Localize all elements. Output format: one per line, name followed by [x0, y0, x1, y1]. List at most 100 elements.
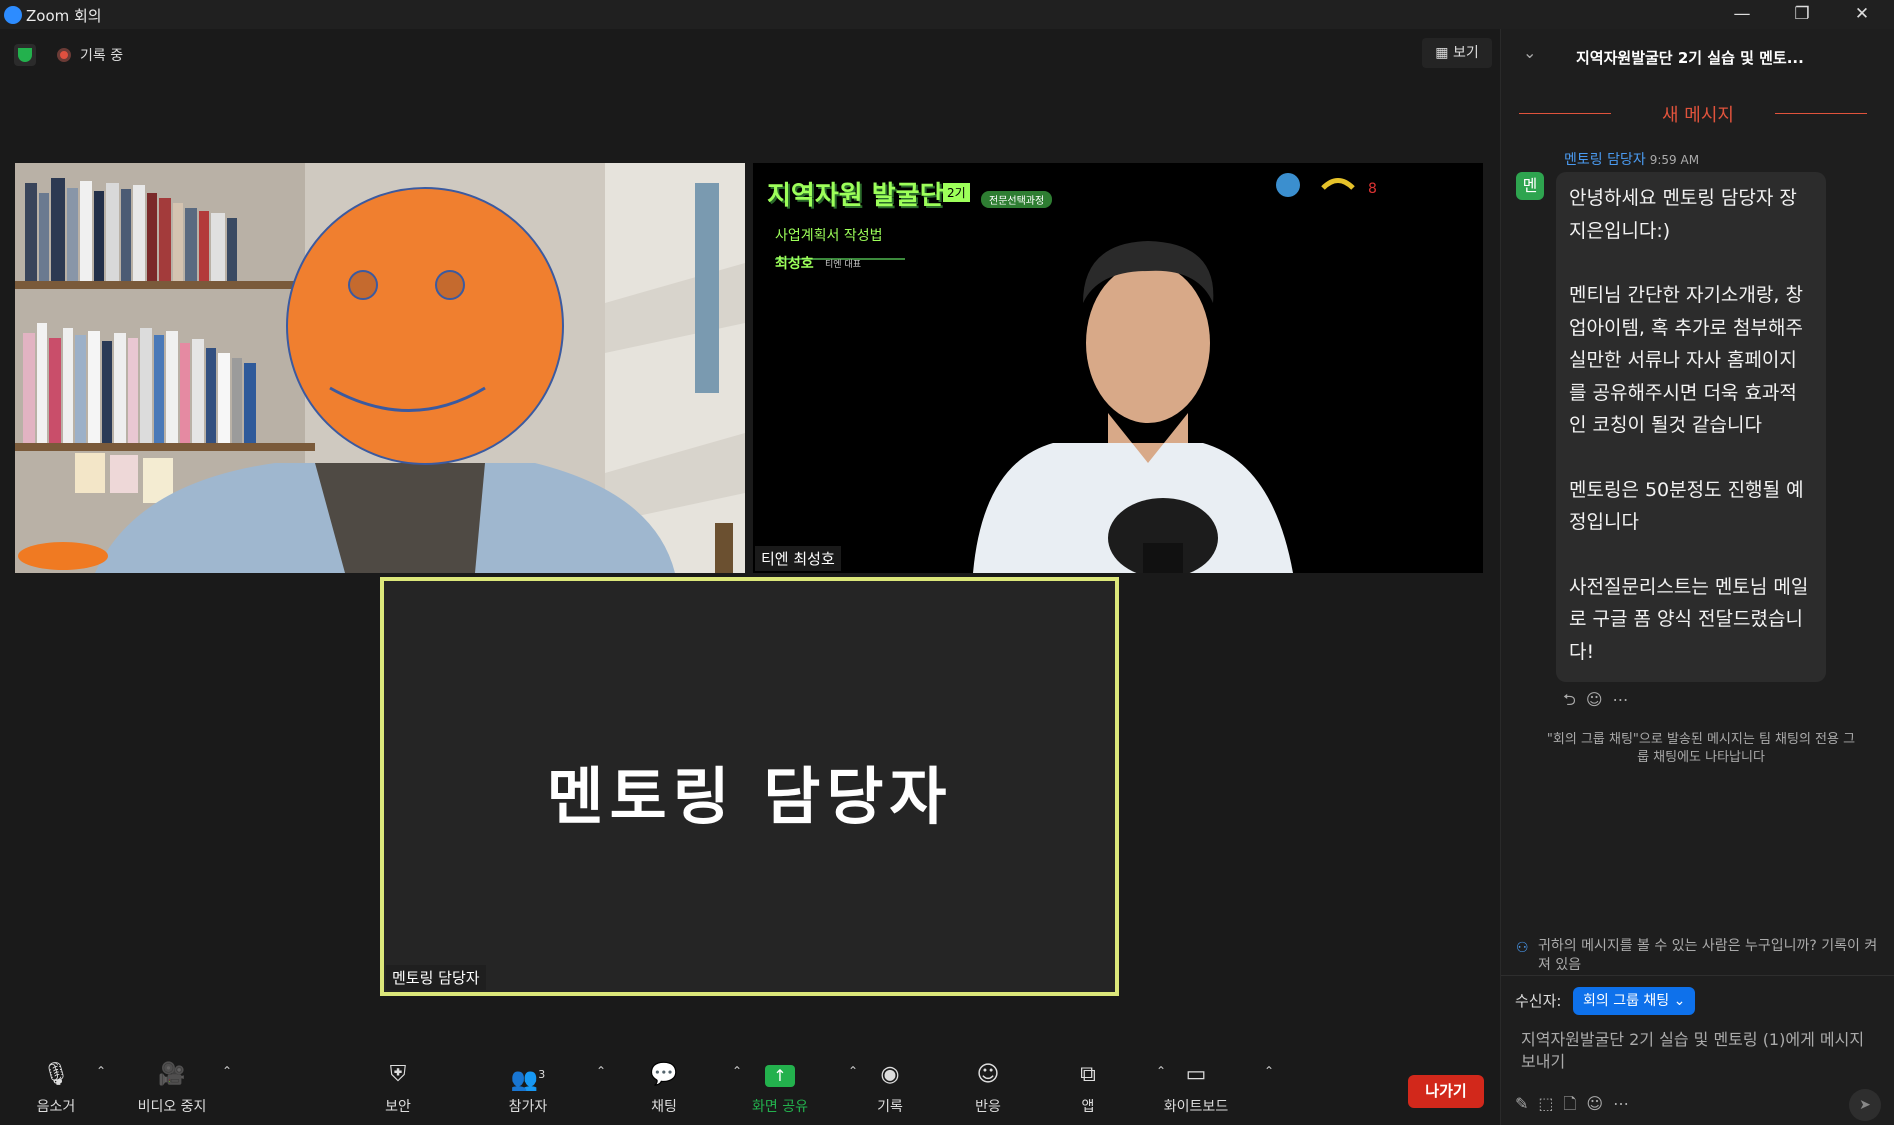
emoji-icon[interactable]: ☺: [1586, 1094, 1603, 1113]
title-bar: Zoom 회의 — ❐ ✕: [0, 0, 1894, 29]
file-icon[interactable]: 🗋: [1564, 1094, 1577, 1113]
recording-icon: [57, 48, 71, 62]
mute-button[interactable]: 🎙 음소거 ⌃: [6, 1060, 106, 1116]
screenshot-icon[interactable]: ⬚: [1538, 1094, 1553, 1113]
recording-label: 기록 중: [80, 48, 124, 64]
active-speaker-large-name: 멘토링 담당자: [546, 760, 953, 833]
apps-icon: ⧉: [1080, 1062, 1096, 1087]
message-sender: 멘토링 담당자 9:59 AM: [1564, 149, 1699, 169]
video-tile-active-speaker[interactable]: 멘토링 담당자 멘토링 담당자: [380, 577, 1119, 996]
whiteboard-icon: ▭: [1185, 1062, 1207, 1087]
record-icon: ◉: [880, 1062, 900, 1087]
send-icon: ➤: [1859, 1097, 1871, 1113]
video-tile-presenter[interactable]: 8 지역자원 발굴단 2기 전문선택과정 사업계획서 작성법 최성호 티엔 대표…: [753, 163, 1483, 573]
participants-label: 참가자: [508, 1099, 548, 1115]
security-shield-icon[interactable]: [14, 44, 36, 66]
minimize-button[interactable]: —: [1712, 0, 1772, 29]
new-messages-label: 새 메시지: [1662, 105, 1734, 126]
message-bubble: 안녕하세요 멘토링 담당자 장지은입니다:) 멘티님 간단한 자기소개랑, 창업…: [1556, 172, 1826, 682]
smiley-plus-icon: ☺: [976, 1062, 1000, 1087]
message-paragraph: 멘티님 간단한 자기소개랑, 창업아이템, 혹 추가로 첨부해주실만한 서류나 …: [1569, 284, 1803, 436]
view-button-label: 보기: [1452, 45, 1479, 61]
zoom-logo-icon: [4, 6, 22, 24]
slide-title: 지역자원 발굴단: [767, 181, 944, 211]
whiteboard-label: 화이트보드: [1163, 1099, 1229, 1115]
chevron-up-icon[interactable]: ⌃: [222, 1064, 232, 1078]
recipient-label: 수신자:: [1515, 992, 1562, 1010]
chevron-up-icon[interactable]: ⌃: [1264, 1064, 1274, 1078]
participants-count: 3: [538, 1068, 546, 1081]
person-icon: ⚇: [1516, 940, 1529, 956]
sender-name: 멘토링 담당자: [1564, 152, 1646, 168]
participant-video: [15, 163, 745, 573]
slide-presenter-role: 티엔 대표: [825, 260, 861, 270]
view-button[interactable]: ▦ 보기: [1422, 38, 1492, 68]
recipient-select[interactable]: 회의 그룹 채팅 ⌄: [1573, 987, 1696, 1015]
close-button[interactable]: ✕: [1832, 0, 1892, 29]
slide-subtitle: 사업계획서 작성법: [775, 228, 883, 244]
slide-presenter: 최성호: [775, 256, 814, 272]
chevron-up-icon[interactable]: ⌃: [96, 1064, 106, 1078]
security-button[interactable]: ⛨ 보안: [348, 1060, 448, 1116]
group-chat-notice: "회의 그룹 채팅"으로 발송된 메시지는 팀 채팅의 전용 그룹 채팅에도 나…: [1546, 732, 1856, 765]
message-input[interactable]: 지역자원발굴단 2기 실습 및 멘토링 (1)에게 메시지 보내기: [1521, 1029, 1881, 1073]
send-button[interactable]: ➤: [1849, 1089, 1881, 1121]
participants-icon: 👥3: [510, 1067, 546, 1093]
reply-icon[interactable]: ⮌: [1563, 690, 1576, 709]
chevron-up-icon[interactable]: ⌃: [596, 1064, 606, 1078]
svg-text:8: 8: [1368, 181, 1377, 197]
emoji-cover: [286, 187, 564, 465]
mute-label: 음소거: [36, 1099, 76, 1115]
apps-label: 앱: [1081, 1099, 1095, 1115]
record-label: 기록: [877, 1099, 903, 1115]
chat-title: 지역자원발굴단 2기 실습 및 멘토...: [1576, 49, 1804, 67]
share-label: 화면 공유: [752, 1099, 808, 1115]
meeting-area: 기록 중 ▦ 보기 8 지역자원 발굴단 2기 전문선택과정 사업계획서 작성법…: [0, 29, 1500, 1125]
slide-badge: 2기: [943, 183, 970, 202]
security-label: 보안: [385, 1099, 411, 1115]
meeting-toolbar: 🎙 음소거 ⌃ 🎥 비디오 중지 ⌃ ⛨ 보안 👥3 참가자 ⌃ 💬 채팅 ⌃ …: [0, 1050, 1500, 1125]
grid-icon: ▦: [1435, 45, 1453, 61]
more-icon[interactable]: ⋯: [1613, 1094, 1629, 1113]
active-speaker-name-label: 멘토링 담당자: [386, 965, 486, 990]
apps-button[interactable]: ⧉ 앱 ⌃: [1038, 1060, 1166, 1116]
message-paragraph: 사전질문리스트는 멘토님 메일로 구글 폼 양식 전달드렸습니다!: [1569, 575, 1809, 663]
privacy-notice[interactable]: ⚇ 귀하의 메시지를 볼 수 있는 사람은 누구입니까? 기록이 켜져 있음: [1516, 937, 1886, 975]
video-camera-icon: 🎥: [158, 1062, 186, 1087]
chat-label: 채팅: [651, 1099, 677, 1115]
privacy-text: 귀하의 메시지를 볼 수 있는 사람은 누구입니까? 기록이 켜져 있음: [1538, 938, 1878, 973]
microphone-icon: 🎙: [42, 1062, 70, 1087]
whiteboard-button[interactable]: ▭ 화이트보드 ⌃: [1146, 1060, 1274, 1116]
reactions-label: 반응: [975, 1099, 1001, 1115]
share-screen-button[interactable]: ↑ 화면 공유 ⌃: [730, 1060, 858, 1116]
share-screen-icon: ↑: [730, 1060, 830, 1090]
presenter-name-label: 티엔 최성호: [755, 546, 841, 571]
chevron-down-icon: ⌄: [1669, 993, 1686, 1009]
chat-bubble-icon: 💬: [650, 1062, 678, 1087]
video-tile-participant[interactable]: [15, 163, 745, 573]
more-icon[interactable]: ⋯: [1613, 690, 1629, 709]
reactions-button[interactable]: ☺ 반응: [938, 1060, 1038, 1116]
divider: [1501, 975, 1894, 976]
chat-panel: ⌄ 지역자원발굴단 2기 실습 및 멘토... 새 메시지 멘토링 담당자 9:5…: [1500, 29, 1894, 1125]
window-title: Zoom 회의: [26, 7, 102, 25]
restore-button[interactable]: ❐: [1772, 0, 1832, 29]
emoji-reaction-icon[interactable]: ☺: [1586, 690, 1603, 709]
compose-tools: ✎ ⬚ 🗋 ☺ ⋯: [1515, 1093, 1639, 1120]
video-button[interactable]: 🎥 비디오 중지 ⌃: [122, 1060, 232, 1116]
video-label: 비디오 중지: [137, 1099, 207, 1115]
slide-tag: 전문선택과정: [981, 191, 1053, 208]
message-actions: ⮌ ☺ ⋯: [1563, 689, 1639, 716]
recipient-value: 회의 그룹 채팅: [1583, 993, 1670, 1009]
message-time: 9:59 AM: [1649, 153, 1700, 167]
record-button[interactable]: ◉ 기록: [840, 1060, 940, 1116]
format-icon[interactable]: ✎: [1515, 1094, 1528, 1113]
shield-icon: ⛨: [389, 1062, 407, 1087]
leave-button[interactable]: 나가기: [1408, 1075, 1484, 1108]
chat-button[interactable]: 💬 채팅 ⌃: [614, 1060, 742, 1116]
chevron-down-icon[interactable]: ⌄: [1523, 43, 1536, 62]
avatar: 멘: [1516, 172, 1544, 200]
participants-button[interactable]: 👥3 참가자 ⌃: [478, 1060, 606, 1116]
message-paragraph: 멘토링은 50분정도 진행될 예정입니다: [1569, 478, 1804, 534]
message-paragraph: 안녕하세요 멘토링 담당자 장지은입니다:): [1569, 187, 1797, 242]
